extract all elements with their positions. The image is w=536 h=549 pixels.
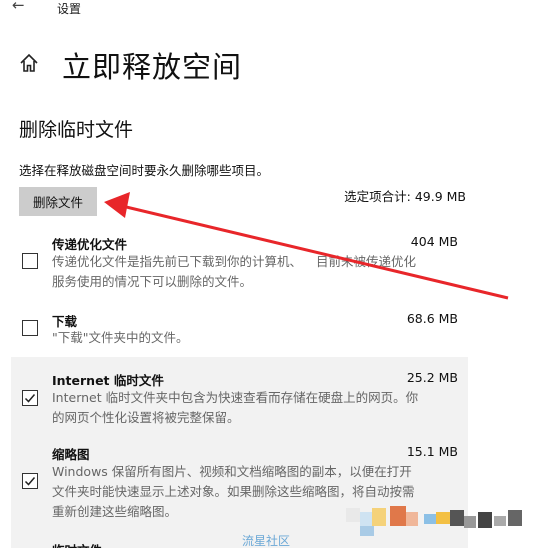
item-description: "下载"文件夹中的文件。 [52,330,189,345]
item-description: 传递优化文件是指先前已下载到你的计算机、 目前未被传递优化 服务使用的情况下可以删… [52,254,417,289]
item-description: Internet 临时文件夹中包含为快速查看而存储在硬盘上的网页。你 的网页个性… [52,390,419,425]
list-item-downloads[interactable]: 下载 68.6 MB "下载"文件夹中的文件。 [11,304,468,354]
list-item-thumbnails[interactable]: 缩略图 15.1 MB Windows 保留所有图片、视频和文档缩略图的副本，以… [11,437,468,548]
item-size: 404 MB [410,234,458,249]
list-item-delivery-optimization[interactable]: 传递优化文件 404 MB 传递优化文件是指先前已下载到你的计算机、 目前未被传递… [11,228,468,298]
section-title: 删除临时文件 [19,119,134,141]
section-description: 选择在释放磁盘空间时要永久删除哪些项目。 [19,163,270,178]
item-size: 15.1 MB [406,444,458,459]
list-item-internet-temp-files[interactable]: Internet 临时文件 25.2 MB Internet 临时文件夹中包含为… [11,357,468,437]
checkbox-unchecked[interactable] [22,253,38,269]
delete-files-button[interactable]: 删除文件 [19,187,97,216]
checkbox-checked[interactable] [22,390,38,406]
watermark-text: 流星社区 [242,534,291,548]
checkbox-unchecked[interactable] [22,320,38,336]
window-title: 设置 [57,2,82,16]
back-arrow-icon[interactable]: ← [12,0,25,14]
title-bar: ← 设置 [0,0,536,22]
item-name: 传递优化文件 [52,237,128,252]
item-name: 临时文件 [52,540,102,548]
item-name: 缩略图 [52,447,90,462]
item-name: Internet 临时文件 [52,373,164,388]
checkbox-checked[interactable] [22,473,38,489]
item-size: 25.2 MB [406,370,458,385]
home-icon[interactable] [18,52,40,74]
page-title: 立即释放空间 [62,50,243,84]
item-size: 68.6 MB [406,311,458,326]
selected-total: 选定项合计: 49.9 MB [344,189,466,204]
list-item-temp-files[interactable]: 临时文件 [11,538,468,548]
